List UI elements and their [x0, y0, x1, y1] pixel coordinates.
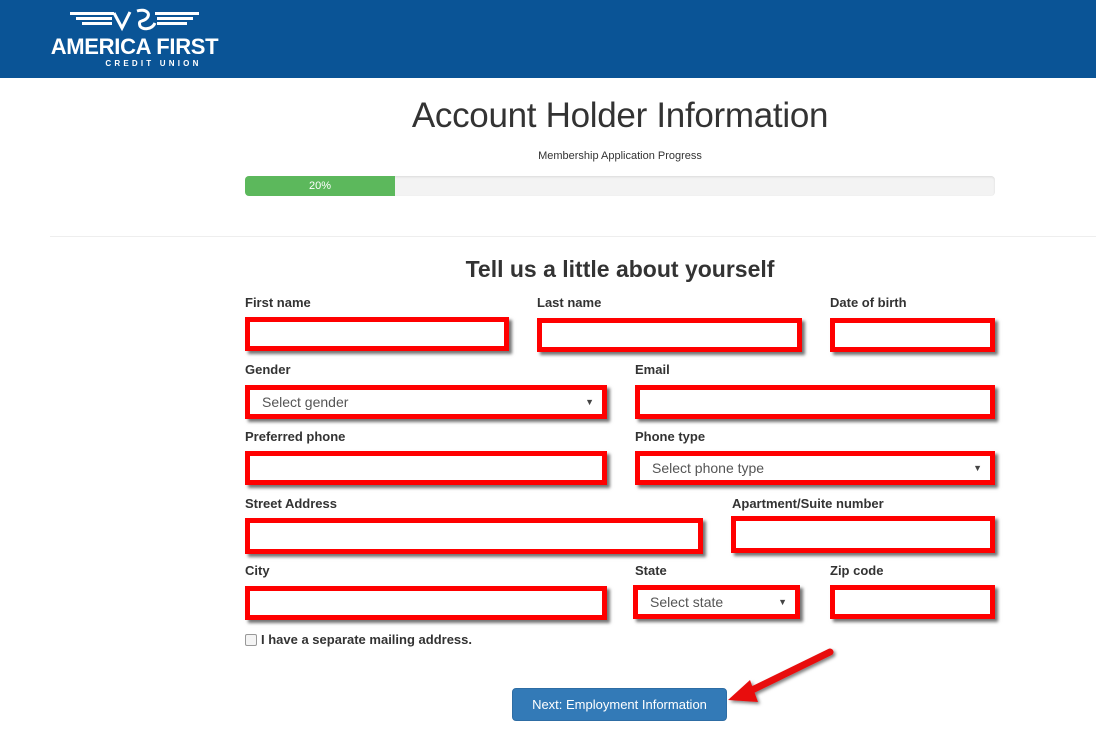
preferred-phone-field[interactable] — [245, 451, 607, 485]
apartment-field[interactable] — [731, 516, 995, 553]
apartment-input[interactable] — [736, 521, 990, 548]
zip-code-label: Zip code — [830, 563, 884, 578]
street-address-label: Street Address — [245, 496, 337, 511]
state-select[interactable]: Select state ▼ — [633, 585, 800, 619]
next-employment-button[interactable]: Next: Employment Information — [512, 688, 727, 721]
email-label: Email — [635, 362, 670, 377]
apartment-label: Apartment/Suite number — [732, 496, 884, 511]
phone-type-placeholder: Select phone type — [652, 460, 765, 476]
last-name-field[interactable] — [537, 318, 802, 352]
date-of-birth-label: Date of birth — [830, 295, 907, 310]
first-name-field[interactable] — [245, 317, 509, 351]
page-title: Account Holder Information — [411, 96, 829, 135]
phone-type-label: Phone type — [635, 429, 706, 444]
date-of-birth-field[interactable] — [830, 318, 995, 352]
street-address-field[interactable] — [245, 518, 703, 554]
gender-placeholder: Select gender — [262, 394, 349, 410]
email-input[interactable] — [640, 390, 990, 414]
caret-down-icon: ▼ — [778, 597, 787, 607]
zip-code-input[interactable] — [835, 590, 990, 614]
preferred-phone-label: Preferred phone — [245, 429, 346, 444]
america-first-logo[interactable]: AMERICA FIRST CREDIT UNION — [42, 8, 227, 70]
email-field[interactable] — [635, 385, 995, 419]
progress-label: Membership Application Progress — [538, 150, 702, 162]
brand-subtitle: CREDIT UNION — [105, 59, 202, 68]
date-of-birth-input[interactable] — [835, 323, 990, 347]
mailing-address-label: I have a separate mailing address. — [261, 632, 472, 647]
state-label: State — [635, 563, 667, 578]
zip-code-field[interactable] — [830, 585, 995, 619]
gender-label: Gender — [245, 362, 291, 377]
annotation-arrow-icon — [728, 648, 834, 702]
mailing-address-checkbox[interactable] — [245, 633, 257, 646]
progress-track: 20% — [245, 176, 995, 196]
city-field[interactable] — [245, 586, 607, 620]
first-name-input[interactable] — [250, 322, 504, 346]
street-address-input[interactable] — [250, 523, 698, 549]
state-placeholder: Select state — [650, 594, 724, 610]
mailing-address-option[interactable]: I have a separate mailing address. — [245, 632, 472, 647]
brand-name: AMERICA FIRST — [50, 34, 219, 59]
site-header: AMERICA FIRST CREDIT UNION — [0, 0, 1096, 78]
first-name-label: First name — [245, 295, 311, 310]
city-input[interactable] — [250, 591, 602, 615]
last-name-label: Last name — [537, 295, 602, 310]
caret-down-icon: ▼ — [973, 463, 982, 473]
progress-bar: 20% — [245, 176, 395, 196]
last-name-input[interactable] — [542, 323, 797, 347]
gender-select[interactable]: Select gender ▼ — [245, 385, 607, 419]
section-divider — [50, 236, 1096, 237]
city-label: City — [245, 563, 270, 578]
eagle-wings-icon — [70, 8, 199, 32]
phone-type-select[interactable]: Select phone type ▼ — [635, 451, 995, 485]
preferred-phone-input[interactable] — [250, 456, 602, 480]
caret-down-icon: ▼ — [585, 397, 594, 407]
section-title: Tell us a little about yourself — [465, 256, 775, 282]
